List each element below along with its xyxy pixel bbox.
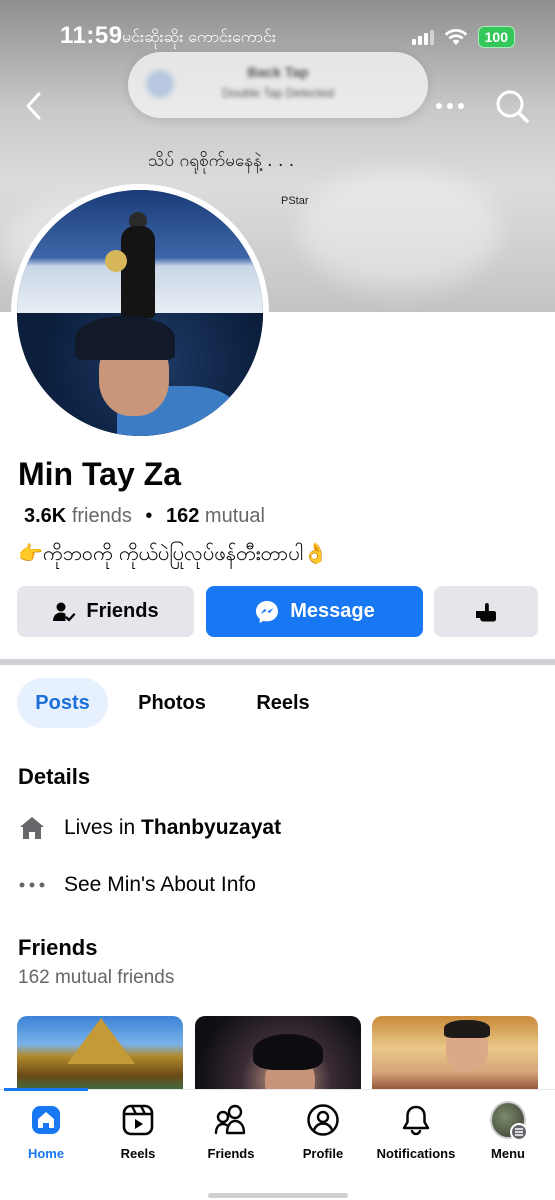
nav-reels[interactable]: Reels bbox=[92, 1102, 184, 1161]
profile-picture[interactable] bbox=[11, 184, 269, 442]
nav-friends-label: Friends bbox=[207, 1146, 255, 1161]
poke-hand-icon bbox=[476, 602, 496, 621]
more-dots-icon bbox=[18, 871, 46, 899]
nav-profile-label: Profile bbox=[302, 1146, 344, 1161]
wifi-icon bbox=[444, 29, 467, 45]
profile-counts: 3.6K friends • 162 mutual bbox=[24, 505, 265, 528]
profile-name: Min Tay Za bbox=[18, 456, 181, 492]
home-icon bbox=[28, 1102, 64, 1138]
status-time: 11:59 bbox=[60, 22, 123, 49]
message-button[interactable]: Message bbox=[206, 586, 423, 637]
nav-menu[interactable]: Menu bbox=[462, 1101, 554, 1161]
cover-caption-bottom: သိပ် ဂရုစိုက်မနေနဲ့ . . . bbox=[148, 151, 295, 171]
search-button[interactable] bbox=[490, 84, 534, 128]
friends-button[interactable]: Friends bbox=[17, 586, 194, 637]
bell-icon bbox=[398, 1102, 434, 1138]
lives-in-city[interactable]: Thanbyuzayat bbox=[141, 816, 281, 839]
banner-title: Back Tap bbox=[247, 64, 309, 80]
menu-avatar-icon bbox=[490, 1101, 528, 1141]
more-dots-icon bbox=[436, 103, 464, 109]
message-button-label: Message bbox=[290, 600, 375, 622]
nav-friends[interactable]: Friends bbox=[185, 1102, 277, 1161]
battery-indicator: 100 bbox=[477, 26, 515, 48]
messenger-icon bbox=[256, 600, 279, 623]
mutual-count[interactable]: 162 bbox=[166, 505, 199, 527]
tab-photos[interactable]: Photos bbox=[122, 678, 222, 728]
about-info-link[interactable]: See Min's About Info bbox=[64, 873, 256, 897]
friends-count[interactable]: 3.6K bbox=[24, 505, 66, 527]
about-info-row[interactable]: See Min's About Info bbox=[18, 871, 256, 899]
profile-bio: 👉ကိုဘဝကို ကိုယ်ပဲပြုလုပ်ဖန်တီးတာပါ👌 bbox=[18, 541, 328, 565]
nav-reels-label: Reels bbox=[120, 1146, 156, 1161]
poke-button[interactable] bbox=[434, 586, 538, 637]
section-divider bbox=[0, 659, 555, 665]
status-icons: 100 bbox=[411, 26, 515, 48]
home-indicator bbox=[208, 1193, 348, 1198]
friends-count-label: friends bbox=[71, 505, 132, 527]
profile-icon bbox=[305, 1102, 341, 1138]
search-icon bbox=[496, 90, 529, 123]
tab-reels[interactable]: Reels bbox=[238, 678, 328, 728]
nav-notifications[interactable]: Notifications bbox=[370, 1102, 462, 1161]
lives-in-row: Lives in Thanbyuzayat bbox=[18, 814, 281, 842]
nav-home[interactable]: Home bbox=[0, 1102, 92, 1161]
bottom-navigation: Home Reels Friends Profile Notifications… bbox=[0, 1088, 555, 1200]
friend-thumbnail[interactable] bbox=[195, 1016, 361, 1096]
friend-thumbnail[interactable] bbox=[17, 1016, 183, 1096]
back-arrow-icon bbox=[26, 92, 41, 120]
more-options-button[interactable] bbox=[430, 86, 470, 126]
friend-check-icon bbox=[53, 602, 76, 621]
cover-credit: PStar bbox=[281, 195, 309, 207]
reels-icon bbox=[120, 1102, 156, 1138]
back-tap-banner[interactable]: Back Tap Double Tap Detected bbox=[128, 52, 428, 118]
active-tab-indicator bbox=[4, 1088, 88, 1091]
nav-profile[interactable]: Profile bbox=[277, 1102, 369, 1161]
nav-home-label: Home bbox=[27, 1146, 65, 1161]
mutual-friends-count[interactable]: 162 mutual friends bbox=[18, 967, 174, 989]
cellular-signal-icon bbox=[411, 29, 434, 45]
nav-menu-label: Menu bbox=[491, 1146, 525, 1161]
cover-caption-top: မင်းဆိုးဆိုး ကောင်းကောင်း bbox=[122, 27, 276, 46]
count-separator: • bbox=[145, 505, 153, 527]
friend-thumbnail[interactable] bbox=[372, 1016, 538, 1096]
profile-photo-image bbox=[17, 190, 263, 436]
lives-in-label: Lives in bbox=[64, 816, 142, 839]
back-button[interactable] bbox=[14, 86, 54, 126]
friends-button-label: Friends bbox=[86, 600, 159, 622]
details-heading: Details bbox=[18, 764, 91, 789]
banner-subtitle: Double Tap Detected bbox=[222, 86, 334, 100]
nav-notifications-label: Notifications bbox=[376, 1146, 456, 1161]
friends-icon bbox=[213, 1102, 249, 1138]
friends-heading: Friends bbox=[18, 935, 98, 960]
mutual-count-label: mutual bbox=[204, 505, 265, 527]
tab-posts[interactable]: Posts bbox=[17, 678, 108, 728]
home-location-icon bbox=[18, 814, 46, 842]
